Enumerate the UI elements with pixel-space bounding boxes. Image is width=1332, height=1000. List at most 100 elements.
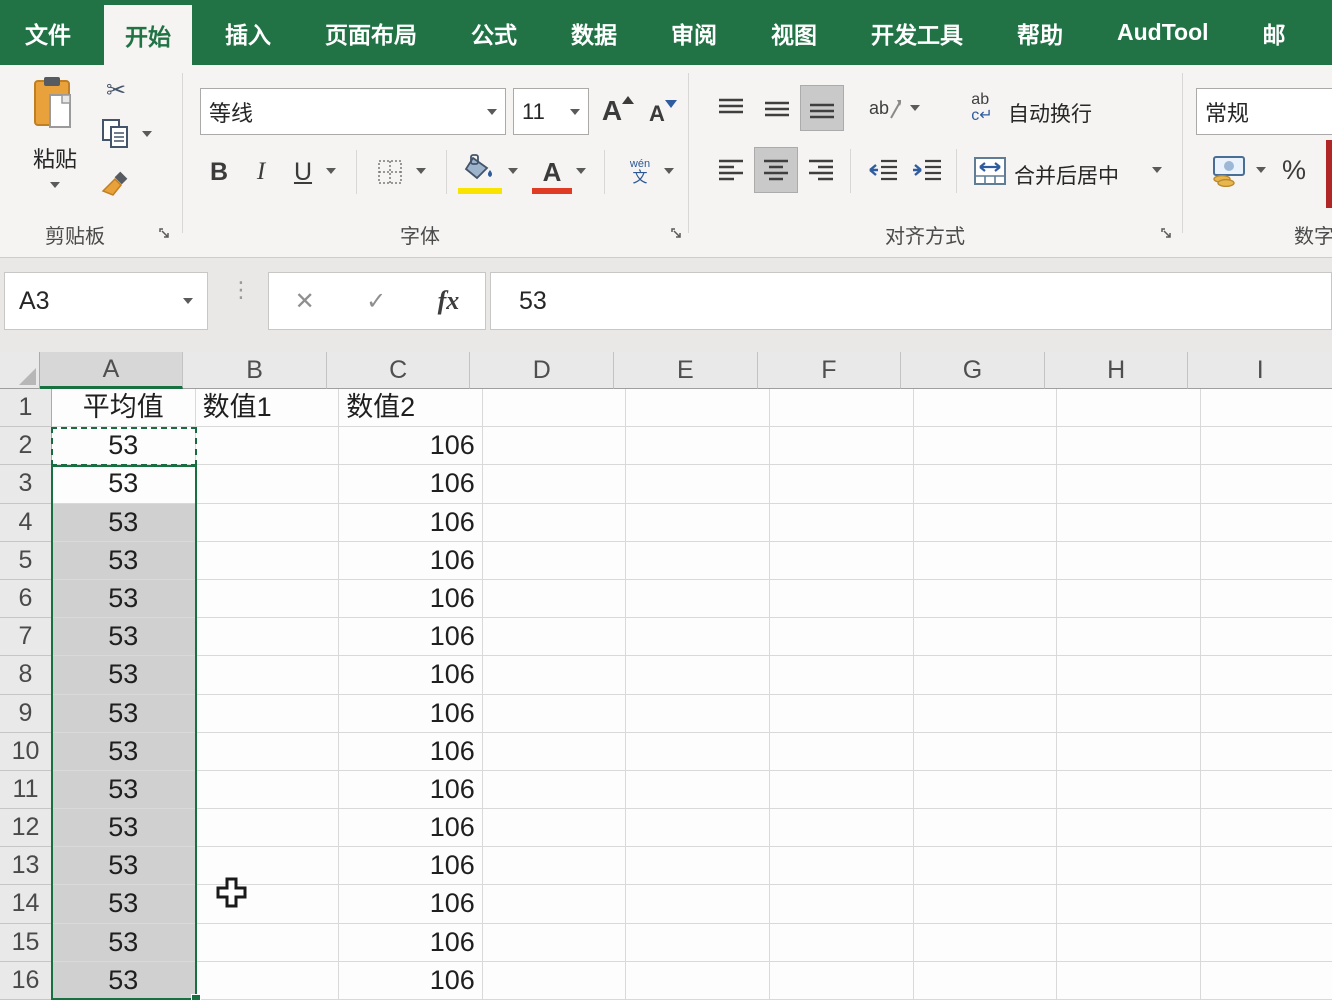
align-middle-button[interactable] xyxy=(756,87,798,129)
tab-insert[interactable]: 插入 xyxy=(204,0,292,65)
cell-G3[interactable] xyxy=(913,465,1058,504)
percent-style-button[interactable]: % xyxy=(1282,155,1306,186)
align-top-button[interactable] xyxy=(710,87,752,129)
cell-H6[interactable] xyxy=(1057,579,1201,619)
cell-I12[interactable] xyxy=(1200,809,1332,848)
cell-I5[interactable] xyxy=(1200,542,1332,580)
cell-I16[interactable] xyxy=(1200,962,1332,1000)
cell-C2[interactable]: 106 xyxy=(339,427,483,466)
cell-D1[interactable] xyxy=(482,389,627,428)
cell-G1[interactable] xyxy=(913,389,1058,428)
select-all-button[interactable] xyxy=(0,352,40,389)
tab-data[interactable]: 数据 xyxy=(550,0,638,65)
cell-B7[interactable] xyxy=(195,618,340,657)
cell-A4[interactable]: 53 xyxy=(52,503,196,542)
cell-G8[interactable] xyxy=(913,656,1058,695)
orientation-dropdown-icon[interactable] xyxy=(910,105,920,111)
tab-help[interactable]: 帮助 xyxy=(996,0,1084,65)
row-header-14[interactable]: 14 xyxy=(0,885,52,924)
accounting-format-button[interactable] xyxy=(1206,151,1250,191)
row-header-5[interactable]: 5 xyxy=(0,541,52,580)
cell-C14[interactable]: 106 xyxy=(339,885,483,924)
row-header-7[interactable]: 7 xyxy=(0,618,52,657)
cell-F14[interactable] xyxy=(769,885,914,924)
cell-G2[interactable] xyxy=(913,427,1058,466)
fill-color-button[interactable] xyxy=(458,150,502,194)
cell-A16[interactable]: 53 xyxy=(52,961,196,1000)
merge-center-button[interactable]: 合并后居中 xyxy=(1014,160,1119,190)
insert-function-icon[interactable]: fx xyxy=(438,286,460,316)
font-name-combo[interactable]: 等线 xyxy=(200,88,506,135)
phonetic-dropdown-icon[interactable] xyxy=(664,168,674,174)
cell-H14[interactable] xyxy=(1057,885,1201,924)
cell-B8[interactable] xyxy=(195,656,340,695)
cell-E7[interactable] xyxy=(626,618,770,657)
cancel-icon[interactable]: ✕ xyxy=(295,287,315,316)
font-size-combo[interactable]: 11 xyxy=(513,88,589,135)
borders-dropdown-icon[interactable] xyxy=(416,168,426,174)
cell-E2[interactable] xyxy=(626,427,770,466)
cell-F15[interactable] xyxy=(769,923,914,962)
copy-dropdown-icon[interactable] xyxy=(142,131,152,137)
cell-I10[interactable] xyxy=(1200,733,1332,771)
cell-D2[interactable] xyxy=(482,427,627,466)
cell-H13[interactable] xyxy=(1057,847,1201,886)
row-header-11[interactable]: 11 xyxy=(0,770,52,810)
cell-E5[interactable] xyxy=(626,541,770,580)
cell-I9[interactable] xyxy=(1200,695,1332,733)
merge-center-dropdown-icon[interactable] xyxy=(1152,167,1162,173)
cell-F13[interactable] xyxy=(769,847,914,886)
cell-H4[interactable] xyxy=(1057,503,1201,542)
cell-C4[interactable]: 106 xyxy=(339,503,483,542)
cell-D10[interactable] xyxy=(482,732,627,771)
paste-dropdown-icon[interactable] xyxy=(50,182,60,188)
tab-formulas[interactable]: 公式 xyxy=(450,0,538,65)
cell-A7[interactable]: 53 xyxy=(52,618,196,657)
cell-H5[interactable] xyxy=(1057,541,1201,580)
cell-C1[interactable]: 数值2 xyxy=(339,389,483,428)
cell-B5[interactable] xyxy=(195,541,340,580)
column-header-D[interactable]: D xyxy=(470,352,615,389)
font-dialog-launcher[interactable] xyxy=(670,227,683,240)
cell-C11[interactable]: 106 xyxy=(339,770,483,810)
cell-D5[interactable] xyxy=(482,541,627,580)
decrease-indent-button[interactable] xyxy=(862,149,904,191)
cell-I3[interactable] xyxy=(1200,465,1332,504)
underline-button[interactable]: U xyxy=(286,150,320,194)
column-header-I[interactable]: I xyxy=(1188,352,1332,389)
cell-E8[interactable] xyxy=(626,656,770,695)
cell-F16[interactable] xyxy=(769,961,914,1000)
cell-G15[interactable] xyxy=(913,923,1058,962)
tab-view[interactable]: 视图 xyxy=(750,0,838,65)
cell-B2[interactable] xyxy=(195,427,340,466)
column-header-A[interactable]: A xyxy=(39,352,184,389)
row-header-8[interactable]: 8 xyxy=(0,656,52,695)
underline-dropdown-icon[interactable] xyxy=(326,168,336,174)
paste-button[interactable]: 粘贴 xyxy=(24,75,86,210)
cell-I1[interactable] xyxy=(1200,389,1332,428)
cell-G14[interactable] xyxy=(913,885,1058,924)
cell-D3[interactable] xyxy=(482,465,627,504)
tab-developer[interactable]: 开发工具 xyxy=(850,0,984,65)
cell-G4[interactable] xyxy=(913,503,1058,542)
cell-C13[interactable]: 106 xyxy=(339,847,483,886)
format-painter-button[interactable] xyxy=(96,163,136,199)
cell-B16[interactable] xyxy=(195,961,340,1000)
cell-B6[interactable] xyxy=(195,579,340,619)
tab-page-layout[interactable]: 页面布局 xyxy=(304,0,438,65)
cell-E10[interactable] xyxy=(626,732,770,771)
increase-font-button[interactable]: A xyxy=(598,90,638,132)
cell-A3[interactable]: 53 xyxy=(52,465,196,504)
cell-D13[interactable] xyxy=(482,847,627,886)
cell-A1[interactable]: 平均值 xyxy=(52,389,196,428)
cell-G13[interactable] xyxy=(913,847,1058,886)
cell-E9[interactable] xyxy=(626,694,770,733)
cell-G16[interactable] xyxy=(913,961,1058,1000)
clipboard-dialog-launcher[interactable] xyxy=(158,227,171,240)
cell-B15[interactable] xyxy=(195,923,340,962)
column-header-F[interactable]: F xyxy=(757,352,902,389)
cell-E11[interactable] xyxy=(626,770,770,810)
alignment-dialog-launcher[interactable] xyxy=(1160,227,1173,240)
tab-home[interactable]: 开始 xyxy=(104,5,192,65)
cell-D9[interactable] xyxy=(482,694,627,733)
